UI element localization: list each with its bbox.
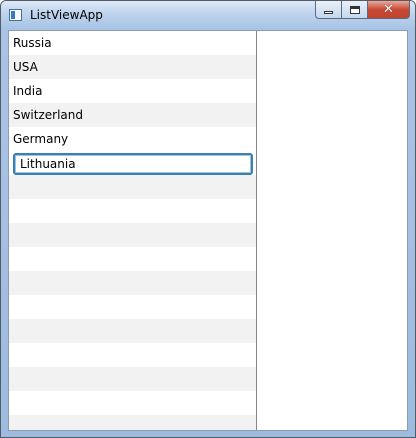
country-list[interactable]: Russia USA India Switzerland Germany Lit… [9, 31, 257, 430]
empty-row [9, 319, 256, 343]
list-item-label: India [13, 84, 43, 98]
list-item[interactable]: India [9, 79, 256, 103]
empty-row [9, 295, 256, 319]
detail-pane [257, 31, 407, 430]
edit-text-field[interactable]: Lithuania [13, 153, 253, 175]
app-icon[interactable] [9, 9, 22, 21]
empty-row [9, 343, 256, 367]
empty-row [9, 199, 256, 223]
empty-row [9, 271, 256, 295]
window-title: ListViewApp [30, 8, 103, 22]
close-icon: ✕ [383, 2, 394, 17]
client-area: Russia USA India Switzerland Germany Lit… [8, 30, 408, 431]
list-item-label: Switzerland [13, 108, 83, 122]
list-item-editing[interactable]: Lithuania [9, 151, 256, 175]
list-item-label: Russia [13, 36, 52, 50]
empty-row [9, 415, 256, 430]
empty-row [9, 247, 256, 271]
list-item-label: USA [13, 60, 38, 74]
maximize-icon [349, 5, 360, 14]
empty-row [9, 367, 256, 391]
maximize-button[interactable] [341, 1, 367, 19]
minimize-button[interactable] [315, 1, 341, 19]
list-item[interactable]: USA [9, 55, 256, 79]
title-bar[interactable]: ListViewApp ✕ [1, 1, 415, 29]
minimize-icon [324, 10, 333, 14]
empty-row [9, 391, 256, 415]
app-window: ListViewApp ✕ Russia USA India Switzerla… [0, 0, 416, 438]
list-item[interactable]: Germany [9, 127, 256, 151]
list-item-label: Germany [13, 132, 69, 146]
empty-row [9, 223, 256, 247]
empty-row [9, 175, 256, 199]
close-button[interactable]: ✕ [367, 1, 410, 19]
caption-buttons: ✕ [315, 1, 410, 20]
list-item[interactable]: Russia [9, 31, 256, 55]
list-item[interactable]: Switzerland [9, 103, 256, 127]
